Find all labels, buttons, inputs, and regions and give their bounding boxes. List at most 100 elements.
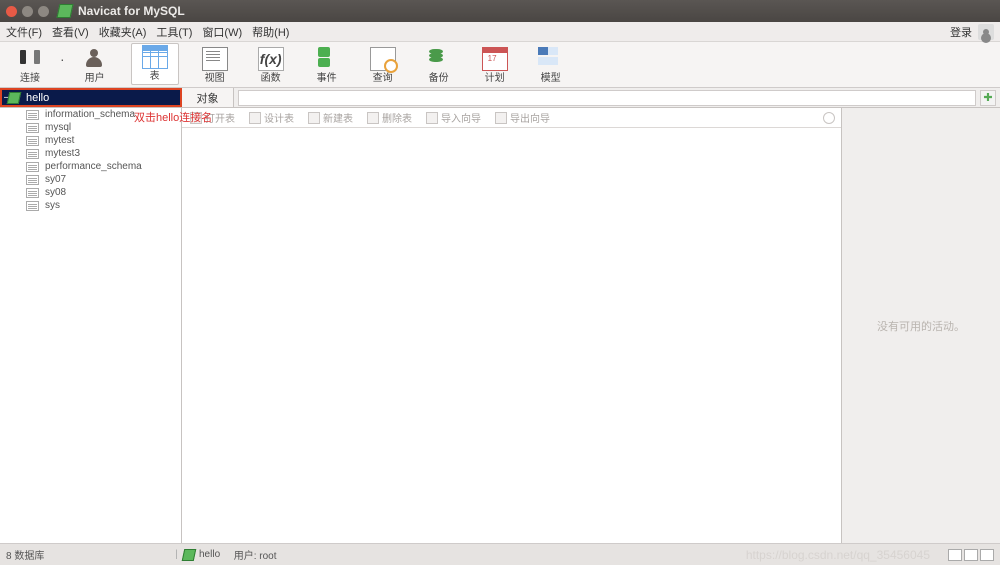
toolbar-function-label: 函数 (261, 73, 281, 85)
connection-icon (17, 47, 43, 71)
menu-help[interactable]: 帮助(H) (252, 24, 289, 40)
toolbar-separator-dot: · (60, 51, 65, 67)
object-list-empty (182, 128, 841, 543)
connection-icon (7, 92, 22, 104)
toolbar-connection[interactable]: 连接 (10, 47, 50, 85)
import-icon (426, 112, 438, 124)
toolbar-model[interactable]: 模型 (531, 47, 571, 85)
backup-icon (426, 47, 452, 71)
toolbar-connection-label: 连接 (20, 73, 40, 85)
window-minimize-button[interactable] (22, 6, 33, 17)
activity-pane: 没有可用的活动。 (842, 108, 1000, 543)
database-sidebar: information_schema mysql mytest mytest3 … (0, 108, 182, 543)
action-design-table-label: 设计表 (264, 110, 294, 125)
table-action-bar: 打开表 设计表 新建表 删除表 导入向导 导出向导 (182, 108, 841, 128)
toolbar-user-label: 用户 (85, 73, 105, 85)
sidebar-db-label: mytest3 (45, 148, 80, 159)
menu-tools[interactable]: 工具(T) (156, 24, 192, 40)
database-icon (26, 136, 39, 146)
action-export-wizard[interactable]: 导出向导 (495, 110, 550, 125)
menu-window[interactable]: 窗口(W) (202, 24, 242, 40)
view-icon (202, 47, 228, 71)
toolbar-schedule-label: 计划 (485, 73, 505, 85)
action-delete-table-label: 删除表 (382, 110, 412, 125)
toolbar-backup[interactable]: 备份 (419, 47, 459, 85)
sidebar-db-item[interactable]: sys (0, 199, 181, 212)
object-search-row: ✚ (234, 88, 1000, 107)
database-icon (26, 123, 39, 133)
event-icon (314, 47, 340, 71)
app-icon (57, 4, 74, 18)
tab-objects-label: 对象 (197, 90, 219, 106)
view-mode-list-icon[interactable] (948, 549, 962, 561)
activity-empty-text: 没有可用的活动。 (877, 318, 965, 334)
status-connection-name: hello (199, 549, 220, 560)
menu-file[interactable]: 文件(F) (6, 24, 42, 40)
query-icon (370, 47, 396, 71)
annotation-text: 双击hello连接名 (134, 109, 212, 125)
toolbar-table-label: 表 (150, 71, 160, 83)
database-icon (26, 162, 39, 172)
sidebar-db-item[interactable]: mytest (0, 134, 181, 147)
status-divider: | (170, 549, 183, 560)
window-maximize-button[interactable] (38, 6, 49, 17)
sidebar-db-label: performance_schema (45, 161, 142, 172)
menu-view[interactable]: 查看(V) (52, 24, 89, 40)
sidebar-db-item[interactable]: mytest3 (0, 147, 181, 160)
connection-tab-label: hello (26, 92, 49, 104)
status-connection: hello 用户: root (183, 547, 277, 562)
connection-tab-hello[interactable]: – hello (0, 88, 182, 107)
refresh-icon[interactable] (823, 112, 835, 124)
new-table-icon (308, 112, 320, 124)
toolbar-backup-label: 备份 (429, 73, 449, 85)
toolbar-table[interactable]: 表 (131, 43, 179, 85)
action-design-table[interactable]: 设计表 (249, 110, 294, 125)
database-icon (26, 188, 39, 198)
sidebar-db-label: sy08 (45, 187, 66, 198)
model-icon (538, 47, 564, 71)
toolbar-function[interactable]: f(x) 函数 (251, 47, 291, 85)
database-icon (26, 110, 39, 120)
add-object-icon[interactable]: ✚ (980, 90, 996, 106)
toolbar-event-label: 事件 (317, 73, 337, 85)
watermark-text: https://blog.csdn.net/qq_35456045 (746, 548, 930, 562)
export-icon (495, 112, 507, 124)
function-icon: f(x) (258, 47, 284, 71)
sidebar-db-item[interactable]: sy08 (0, 186, 181, 199)
window-titlebar: Navicat for MySQL (0, 0, 1000, 22)
table-icon (142, 45, 168, 69)
main-body: information_schema mysql mytest mytest3 … (0, 108, 1000, 543)
action-new-table[interactable]: 新建表 (308, 110, 353, 125)
action-new-table-label: 新建表 (323, 110, 353, 125)
window-close-button[interactable] (6, 6, 17, 17)
toolbar-query[interactable]: 查询 (363, 47, 403, 85)
design-table-icon (249, 112, 261, 124)
login-link[interactable]: 登录 (950, 24, 972, 40)
object-search-input[interactable] (238, 90, 976, 106)
toolbar-view[interactable]: 视图 (195, 47, 235, 85)
toolbar-model-label: 模型 (541, 73, 561, 85)
menu-favorites[interactable]: 收藏夹(A) (99, 24, 147, 40)
view-mode-grid-icon[interactable] (980, 549, 994, 561)
toolbar-schedule[interactable]: 计划 (475, 47, 515, 85)
user-icon (82, 47, 108, 71)
toolbar-event[interactable]: 事件 (307, 47, 347, 85)
database-icon (26, 149, 39, 159)
sidebar-db-label: mytest (45, 135, 74, 146)
toolbar-view-label: 视图 (205, 73, 225, 85)
action-import-wizard[interactable]: 导入向导 (426, 110, 481, 125)
action-delete-table[interactable]: 删除表 (367, 110, 412, 125)
action-export-label: 导出向导 (510, 110, 550, 125)
status-user: 用户: root (234, 547, 277, 562)
database-icon (26, 201, 39, 211)
user-avatar-icon[interactable] (978, 24, 994, 40)
toolbar-user[interactable]: 用户 (75, 47, 115, 85)
tab-objects[interactable]: 对象 (182, 88, 234, 107)
status-bar: 8 数据库 | hello 用户: root https://blog.csdn… (0, 543, 1000, 565)
connection-icon (182, 549, 197, 561)
schedule-icon (482, 47, 508, 71)
window-title: Navicat for MySQL (78, 4, 185, 18)
view-mode-detail-icon[interactable] (964, 549, 978, 561)
sidebar-db-item[interactable]: performance_schema (0, 160, 181, 173)
sidebar-db-item[interactable]: sy07 (0, 173, 181, 186)
